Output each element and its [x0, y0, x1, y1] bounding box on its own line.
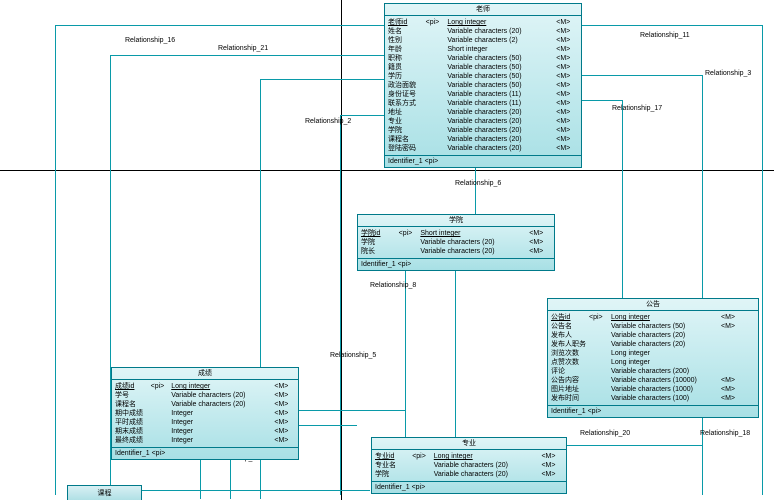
entity-identifier: Identifier_1 <pi>: [548, 406, 758, 417]
connector: [582, 75, 702, 76]
attribute-row: 职称Variable characters (50)<M>: [388, 54, 578, 63]
attribute-row: 老师id<pi>Long integer<M>: [388, 18, 578, 27]
entity-grade[interactable]: 成绩成绩id<pi>Long integer<M>学号Variable char…: [111, 367, 299, 460]
attribute-row: 发布时间Variable characters (100)<M>: [551, 394, 755, 403]
entity-body: 成绩id<pi>Long integer<M>学号Variable charac…: [112, 380, 298, 448]
relationship-label-17: Relationship_17: [612, 105, 662, 112]
entity-title: 老师: [385, 4, 581, 16]
diagram-canvas: Relationship_11 Relationship_16 Relation…: [0, 0, 774, 500]
relationship-label-8: Relationship_8: [370, 282, 416, 289]
attribute-row: 院长Variable characters (20)<M>: [361, 247, 551, 256]
attribute-row: 公告内容Variable characters (10000)<M>: [551, 376, 755, 385]
connector: [582, 100, 622, 101]
attribute-row: 学历Variable characters (50)<M>: [388, 72, 578, 81]
attribute-row: 学院Variable characters (20)<M>: [375, 470, 563, 479]
attribute-row: 地址Variable characters (20)<M>: [388, 108, 578, 117]
attribute-row: 登陆密码Variable characters (20)<M>: [388, 144, 578, 153]
entity-title: 学院: [358, 215, 554, 227]
entity-title: 公告: [548, 299, 758, 311]
attribute-row: 专业id<pi>Long integer<M>: [375, 452, 563, 461]
grid-horizontal: [0, 170, 774, 171]
entity-notice[interactable]: 公告公告id<pi>Long integer<M>公告名Variable cha…: [547, 298, 759, 418]
connector: [260, 79, 384, 80]
relationship-label-20: Relationship_20: [580, 430, 630, 437]
attribute-row: 图片地址Variable characters (1000)<M>: [551, 385, 755, 394]
attribute-row: 学院Variable characters (20)<M>: [361, 238, 551, 247]
connector: [299, 410, 405, 411]
entity-major[interactable]: 专业专业id<pi>Long integer<M>专业名Variable cha…: [371, 437, 567, 494]
attribute-row: 发布人Variable characters (20): [551, 331, 755, 340]
connector: [567, 445, 702, 446]
connector: [340, 115, 341, 495]
attribute-row: 发布人职务Variable characters (20): [551, 340, 755, 349]
attribute-row: 公告名Variable characters (50)<M>: [551, 322, 755, 331]
entity-body: 老师id<pi>Long integer<M>姓名Variable charac…: [385, 16, 581, 156]
attribute-row: 学号Variable characters (20)<M>: [115, 391, 295, 400]
attribute-row: 姓名Variable characters (20)<M>: [388, 27, 578, 36]
entity-identifier: Identifier_1 <pi>: [372, 482, 566, 493]
entity-body: 学院id<pi>Short integer<M>学院Variable chara…: [358, 227, 554, 259]
attribute-row: 点赞次数Long integer: [551, 358, 755, 367]
attribute-row: 评论Variable characters (200): [551, 367, 755, 376]
connector: [582, 25, 762, 26]
attribute-row: 浏览次数Long integer: [551, 349, 755, 358]
attribute-row: 期中成绩Integer<M>: [115, 409, 295, 418]
attribute-row: 性别Variable characters (2)<M>: [388, 36, 578, 45]
attribute-row: 专业名Variable characters (20)<M>: [375, 461, 563, 470]
entity-identifier: Identifier_1 <pi>: [385, 156, 581, 167]
connector: [455, 262, 456, 437]
relationship-label-2: Relationship_2: [305, 118, 351, 125]
entity-teacher[interactable]: 老师老师id<pi>Long integer<M>姓名Variable char…: [384, 3, 582, 168]
relationship-label-3: Relationship_3: [705, 70, 751, 77]
attribute-row: 学院Variable characters (20)<M>: [388, 126, 578, 135]
connector: [140, 490, 370, 491]
relationship-label-6: Relationship_6: [455, 180, 501, 187]
attribute-row: 联系方式Variable characters (11)<M>: [388, 99, 578, 108]
connector: [622, 100, 623, 298]
attribute-row: 课程名Variable characters (20)<M>: [388, 135, 578, 144]
attribute-row: 平时成绩Integer<M>: [115, 418, 295, 427]
entity-identifier: Identifier_1 <pi>: [112, 448, 298, 459]
attribute-row: 期末成绩Integer<M>: [115, 427, 295, 436]
entity-identifier: Identifier_1 <pi>: [358, 259, 554, 270]
connector: [55, 25, 384, 26]
relationship-label-11: Relationship_11: [640, 32, 690, 39]
attribute-row: 身份证号Variable characters (11)<M>: [388, 90, 578, 99]
entity-body: 公告id<pi>Long integer<M>公告名Variable chara…: [548, 311, 758, 406]
attribute-row: 公告id<pi>Long integer<M>: [551, 313, 755, 322]
attribute-row: 政治面貌Variable characters (50)<M>: [388, 81, 578, 90]
attribute-row: 课程名Variable characters (20)<M>: [115, 400, 295, 409]
relationship-label-16: Relationship_16: [125, 37, 175, 44]
entity-college[interactable]: 学院学院id<pi>Short integer<M>学院Variable cha…: [357, 214, 555, 271]
relationship-label-21: Relationship_21: [218, 45, 268, 52]
connector: [299, 425, 357, 426]
entity-title: 课程: [98, 490, 112, 497]
entity-body: 专业id<pi>Long integer<M>专业名Variable chara…: [372, 450, 566, 482]
entity-title: 成绩: [112, 368, 298, 380]
attribute-row: 专业Variable characters (20)<M>: [388, 117, 578, 126]
relationship-label-18: Relationship_18: [700, 430, 750, 437]
attribute-row: 籍贯Variable characters (50)<M>: [388, 63, 578, 72]
connector: [55, 25, 56, 495]
relationship-label-5: Relationship_5: [330, 352, 376, 359]
attribute-row: 年龄Short integer<M>: [388, 45, 578, 54]
connector: [762, 25, 763, 495]
connector: [340, 115, 384, 116]
entity-course[interactable]: 课程: [67, 485, 142, 500]
entity-title: 专业: [372, 438, 566, 450]
attribute-row: 最终成绩Integer<M>: [115, 436, 295, 445]
attribute-row: 学院id<pi>Short integer<M>: [361, 229, 551, 238]
attribute-row: 成绩id<pi>Long integer<M>: [115, 382, 295, 391]
connector: [110, 55, 384, 56]
